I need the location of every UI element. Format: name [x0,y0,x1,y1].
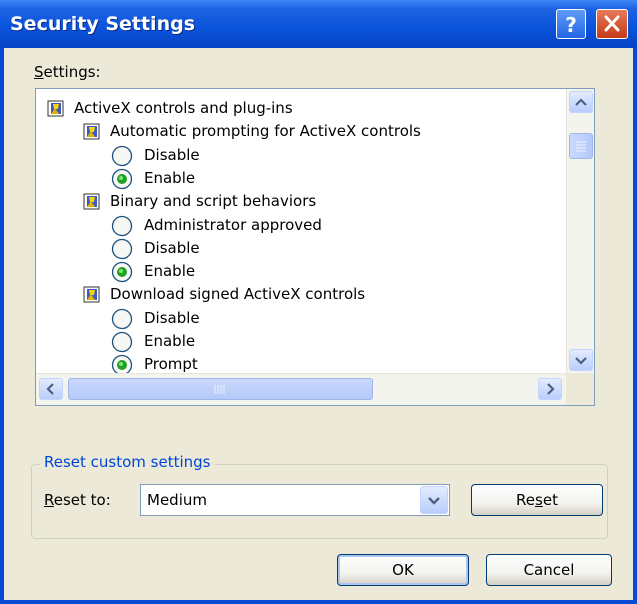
radio-checked-icon [110,354,134,373]
vertical-scrollbar[interactable] [566,89,594,373]
cancel-button-label: Cancel [523,561,575,579]
horizontal-scrollbar[interactable] [36,373,594,405]
scroll-up-button[interactable] [569,91,593,113]
tree-item-label: ActiveX controls and plug-ins [74,99,293,117]
tree-item-label: Disable [144,238,200,257]
tree-item-label: Automatic prompting for ActiveX controls [110,122,421,141]
chevron-up-icon [575,98,587,106]
chevron-down-icon [575,357,587,365]
close-button[interactable] [596,9,628,39]
dropdown-button[interactable] [420,486,448,514]
ok-button-label: OK [392,561,414,579]
settings-tree[interactable]: ActiveX controls and plug-ins Automatic p… [35,88,595,406]
svg-text:?: ? [565,13,577,37]
reset-level-value: Medium [147,491,207,509]
scroll-down-button[interactable] [569,349,593,371]
settings-tree-content: ActiveX controls and plug-ins Automatic p… [36,89,564,373]
close-icon [604,15,620,32]
help-button[interactable]: ? [556,9,586,39]
title-bar[interactable]: Security Settings ? [0,0,637,48]
group-title: Reset custom settings [40,453,215,471]
window-title: Security Settings [10,13,196,35]
settings-label: Settings: [34,63,101,81]
tree-item-label: Binary and script behaviors [110,192,317,211]
reset-custom-settings-group: Reset custom settings Reset to: Medium R… [31,453,608,539]
tree-item-label: Disable [144,145,200,164]
reset-to-label: Reset to: [44,491,111,509]
tree-item-label: Enable [144,332,196,350]
security-settings-dialog: Security Settings ? Settings: ActiveX co… [0,0,637,604]
cancel-button[interactable]: Cancel [486,554,612,586]
question-mark-icon: ? [565,13,577,37]
tree-item-label: Administrator approved [144,215,322,234]
security-setting-icon [46,100,66,125]
tree-item-label: Prompt [144,355,198,373]
reset-button-label: Reset [516,491,558,509]
chevron-down-icon [428,497,440,505]
chevron-left-icon [46,383,54,395]
reset-level-dropdown[interactable]: Medium [140,484,450,516]
grip-icon [576,141,586,152]
scroll-left-button[interactable] [39,378,63,400]
grip-icon [214,385,225,394]
tree-item-label: Disable [144,308,200,327]
reset-button[interactable]: Reset [471,484,603,516]
dialog-body: Settings: ActiveX controls and plug-ins A… [4,48,633,600]
chevron-right-icon [547,383,555,395]
scroll-right-button[interactable] [538,378,562,400]
scrollbar-corner [566,373,594,405]
security-setting-icon [82,286,102,311]
ok-button[interactable]: OK [337,554,469,586]
tree-item-label: Download signed ActiveX controls [110,285,366,304]
horizontal-scroll-thumb[interactable] [68,378,373,400]
security-setting-icon [82,123,102,148]
security-setting-icon [82,193,102,218]
tree-item-label: Enable [144,168,196,187]
tree-item-label: Enable [144,262,196,281]
vertical-scroll-thumb[interactable] [569,133,593,159]
